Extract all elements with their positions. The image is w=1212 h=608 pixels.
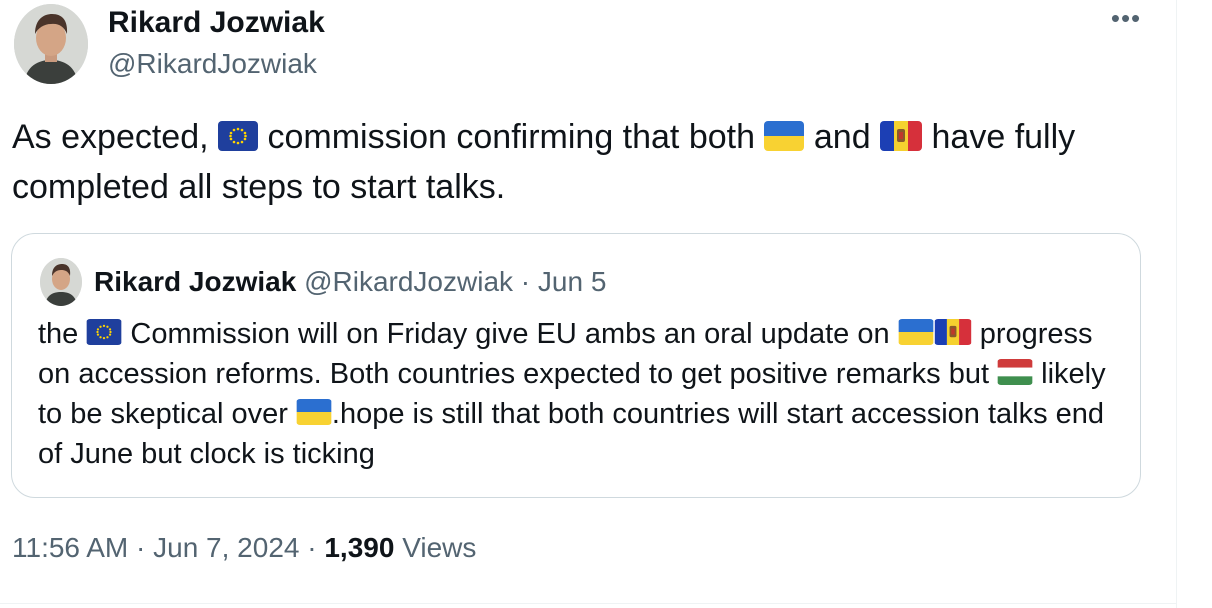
tweet-date[interactable]: Jun 7, 2024 (153, 532, 299, 563)
author-handle[interactable]: @RikardJozwiak (108, 48, 317, 80)
quoted-text-part: the (38, 318, 87, 350)
tweet-meta: 11:56 AM · Jun 7, 2024 · 1,390 Views (12, 532, 476, 564)
eu-flag-icon (86, 319, 122, 346)
quoted-author-handle: @RikardJozwiak (304, 266, 514, 297)
meta-separator: · (128, 532, 154, 563)
views-count: 1,390 (324, 532, 395, 563)
hungary-flag-icon (997, 359, 1033, 386)
tweet-text-part: and (804, 118, 881, 156)
quoted-tweet-card[interactable]: Rikard Jozwiak @RikardJozwiak · Jun 5 th… (11, 233, 1141, 498)
avatar-image (14, 4, 88, 84)
eu-flag-icon (218, 121, 259, 152)
quoted-tweet-text: the Commission will on Friday give EU am… (38, 314, 1128, 474)
quoted-separator: · (513, 266, 538, 297)
author-name[interactable]: Rikard Jozwiak (108, 6, 325, 40)
column-divider (1176, 0, 1177, 608)
tweet-text-part: As expected, (12, 118, 219, 156)
moldova-flag-icon (934, 319, 972, 346)
author-avatar[interactable] (14, 4, 88, 84)
ukraine-flag-icon (898, 319, 934, 346)
meta-separator: · (299, 532, 325, 563)
more-options-button[interactable]: ••• (1106, 5, 1146, 42)
bottom-divider (0, 603, 1176, 604)
quoted-text-part: Commission will on Friday give EU ambs a… (122, 318, 898, 350)
avatar-image (40, 258, 82, 306)
tweet-text: As expected, commission confirming that … (12, 112, 1162, 212)
tweet-time[interactable]: 11:56 AM (12, 532, 128, 563)
quoted-author-avatar (40, 258, 82, 306)
tweet-text-part: commission confirming that both (258, 118, 765, 156)
quoted-tweet-header: Rikard Jozwiak @RikardJozwiak · Jun 5 (94, 266, 606, 298)
ukraine-flag-icon (764, 121, 805, 152)
quoted-date: Jun 5 (537, 266, 607, 297)
quoted-author-name: Rikard Jozwiak (94, 266, 297, 297)
views-label: Views (394, 532, 477, 563)
ukraine-flag-icon (296, 399, 332, 426)
moldova-flag-icon (880, 121, 923, 152)
